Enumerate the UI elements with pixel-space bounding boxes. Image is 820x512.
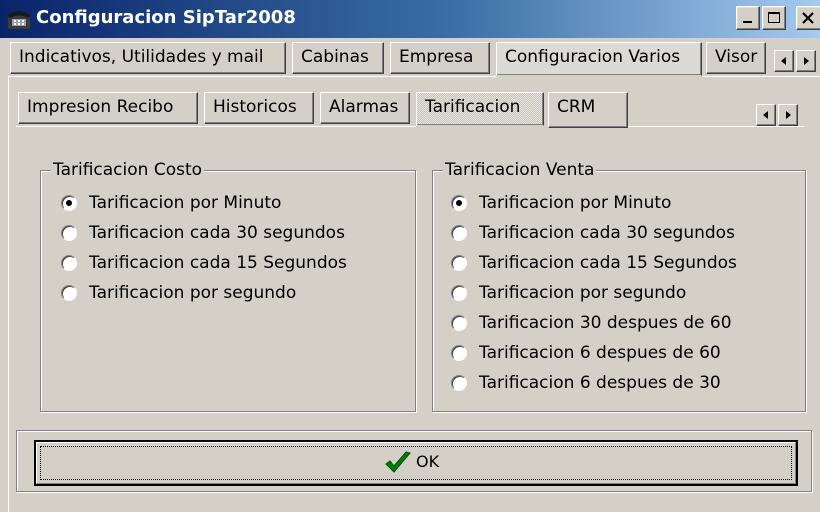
radio-button[interactable]: [61, 255, 77, 271]
radio-label: Tarificacion por segundo: [89, 283, 297, 303]
radio-label: Tarificacion 6 despues de 60: [479, 343, 721, 363]
ok-label: OK: [416, 452, 440, 471]
radio-label: Tarificacion cada 15 Segundos: [89, 253, 347, 273]
tab-impresion-recibo[interactable]: Impresion Recibo: [18, 92, 198, 124]
radio-label: Tarificacion 30 despues de 60: [479, 313, 732, 333]
radio-button[interactable]: [451, 315, 467, 331]
tab-indicativos[interactable]: Indicativos, Utilidades y mail: [10, 42, 286, 74]
tab-empresa[interactable]: Empresa: [390, 42, 490, 74]
tab-tarificacion[interactable]: Tarificacion: [416, 92, 544, 126]
sub-tabs-scroll-right[interactable]: [778, 104, 798, 126]
arrow-right-icon: [786, 111, 791, 119]
subpanel-border: [628, 126, 804, 127]
close-icon: [802, 12, 814, 24]
radio-button[interactable]: [451, 195, 467, 211]
top-tabs-scroll-left[interactable]: [774, 50, 794, 72]
tab-configuracion-varios[interactable]: Configuracion Varios: [496, 42, 702, 76]
radio-label: Tarificacion cada 15 Segundos: [479, 253, 737, 273]
radio-button[interactable]: [61, 195, 77, 211]
radio-button[interactable]: [451, 225, 467, 241]
panel-border: [702, 76, 820, 77]
radio-button[interactable]: [451, 375, 467, 391]
minimize-icon: [743, 21, 752, 23]
maximize-button[interactable]: [762, 6, 786, 30]
radio-label: Tarificacion 6 despues de 30: [479, 373, 721, 393]
radio-label: Tarificacion por Minuto: [89, 193, 282, 213]
radio-button[interactable]: [451, 255, 467, 271]
radio-label: Tarificacion por Minuto: [479, 193, 672, 213]
arrow-right-icon: [804, 57, 809, 65]
radio-label: Tarificacion por segundo: [479, 283, 687, 303]
radio-label: Tarificacion cada 30 segundos: [479, 223, 735, 243]
telephone-icon[interactable]: [6, 8, 32, 30]
checkmark-icon: [385, 451, 411, 473]
radio-button[interactable]: [61, 225, 77, 241]
group-tarificacion-costo: Tarificacion Costo Tarificacion por Minu…: [40, 159, 416, 412]
tab-crm[interactable]: CRM: [548, 92, 628, 128]
panel-border: [8, 76, 496, 77]
top-tabs-scroll-right[interactable]: [796, 50, 816, 72]
window-title: Configuracion SipTar2008: [36, 7, 296, 28]
radio-label: Tarificacion cada 30 segundos: [89, 223, 345, 243]
title-bar[interactable]: Configuracion SipTar2008: [0, 0, 820, 38]
radio-selected-dot: [66, 200, 72, 206]
minimize-button[interactable]: [736, 6, 760, 30]
radio-button[interactable]: [451, 345, 467, 361]
tab-alarmas[interactable]: Alarmas: [320, 92, 410, 124]
group-title-costo: Tarificacion Costo: [51, 159, 205, 181]
tab-cabinas[interactable]: Cabinas: [292, 42, 384, 74]
tab-visor[interactable]: Visor: [706, 42, 766, 74]
ok-button[interactable]: OK: [34, 440, 798, 486]
radio-button[interactable]: [451, 285, 467, 301]
group-title-venta: Tarificacion Venta: [443, 159, 597, 181]
close-button[interactable]: [796, 6, 820, 30]
subpanel-border: [16, 126, 416, 127]
radio-button[interactable]: [61, 285, 77, 301]
sub-tabs-scroll-left[interactable]: [756, 104, 776, 126]
arrow-left-icon: [781, 57, 786, 65]
maximize-icon: [768, 12, 780, 23]
radio-selected-dot: [456, 200, 462, 206]
group-tarificacion-venta: Tarificacion Venta Tarificacion por Minu…: [432, 159, 806, 412]
tab-historicos[interactable]: Historicos: [204, 92, 314, 124]
arrow-left-icon: [763, 111, 768, 119]
panel-border: [8, 76, 9, 512]
